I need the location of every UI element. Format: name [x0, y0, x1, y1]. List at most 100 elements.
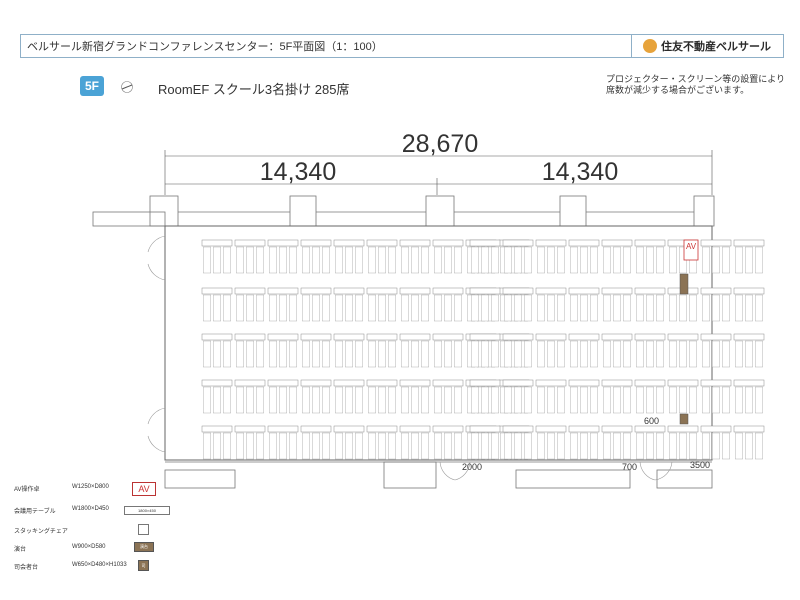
chair — [481, 294, 490, 322]
chair — [421, 340, 430, 368]
dimension-left: 14,340 — [260, 158, 336, 186]
chair — [514, 386, 523, 414]
table-right-0-8 — [733, 239, 765, 247]
chair — [269, 386, 278, 414]
chair — [524, 340, 533, 368]
chair — [636, 340, 645, 368]
dimension-total: 28,670 — [402, 130, 478, 158]
chair — [454, 246, 463, 274]
legend-name: スタッキングチェア — [14, 529, 68, 535]
chair — [454, 432, 463, 460]
chair — [722, 246, 731, 274]
legend-dim: W900×D580 — [72, 544, 106, 550]
chair — [421, 246, 430, 274]
chair — [623, 294, 632, 322]
table-right-2-8 — [733, 333, 765, 341]
chair — [603, 340, 612, 368]
chair — [755, 386, 764, 414]
chair — [590, 432, 599, 460]
chair — [669, 246, 678, 274]
table-right-3-8 — [733, 379, 765, 387]
table-right-3-5 — [634, 379, 666, 387]
chair — [656, 386, 665, 414]
chair — [202, 340, 211, 368]
table-right-3-3 — [568, 379, 600, 387]
chair — [279, 294, 288, 322]
chair — [557, 386, 566, 414]
chair — [580, 432, 589, 460]
chair — [557, 340, 566, 368]
table-right-0-5 — [634, 239, 666, 247]
chair — [444, 246, 453, 274]
chair — [256, 246, 265, 274]
chair — [202, 432, 211, 460]
chair — [481, 432, 490, 460]
chair — [401, 386, 410, 414]
chair — [388, 340, 397, 368]
table-right-3-2 — [535, 379, 567, 387]
chair — [679, 340, 688, 368]
table-right-4-4 — [601, 425, 633, 433]
table-left-0-7 — [432, 239, 464, 247]
legend-name: AV操作卓 — [14, 487, 40, 493]
chair — [603, 246, 612, 274]
chair — [735, 294, 744, 322]
chair — [656, 294, 665, 322]
chair — [590, 386, 599, 414]
chair — [335, 432, 344, 460]
legend-dim: W1800×D450 — [72, 506, 109, 512]
chair — [302, 432, 311, 460]
chair — [401, 294, 410, 322]
table-left-0-0 — [201, 239, 233, 247]
chair — [312, 432, 321, 460]
chair — [302, 386, 311, 414]
chair — [401, 246, 410, 274]
chair — [702, 432, 711, 460]
table-right-4-7 — [700, 425, 732, 433]
chair — [702, 386, 711, 414]
table-left-3-2 — [267, 379, 299, 387]
chair — [289, 432, 298, 460]
chair — [378, 246, 387, 274]
chair — [646, 340, 655, 368]
chair — [322, 386, 331, 414]
mc-podium[interactable] — [679, 413, 689, 425]
chair — [580, 294, 589, 322]
chair — [524, 294, 533, 322]
chair — [256, 340, 265, 368]
chair — [454, 294, 463, 322]
stage-podium[interactable] — [679, 273, 689, 295]
chair — [222, 246, 231, 274]
chair — [222, 386, 231, 414]
chair — [235, 294, 244, 322]
legend-name: 会議用テーブル — [14, 509, 56, 515]
chair — [623, 246, 632, 274]
table-right-3-0 — [469, 379, 501, 387]
chair — [679, 386, 688, 414]
chair — [514, 340, 523, 368]
chair — [537, 432, 546, 460]
chair — [368, 386, 377, 414]
table-left-4-2 — [267, 425, 299, 433]
chair — [491, 340, 500, 368]
table-left-1-6 — [399, 287, 431, 295]
chair — [235, 432, 244, 460]
table-right-1-4 — [601, 287, 633, 295]
chair — [491, 432, 500, 460]
chair — [335, 340, 344, 368]
table-right-4-6 — [667, 425, 699, 433]
chair — [524, 246, 533, 274]
table-left-3-3 — [300, 379, 332, 387]
table-left-1-7 — [432, 287, 464, 295]
chair — [689, 386, 698, 414]
table-left-2-6 — [399, 333, 431, 341]
table-right-2-5 — [634, 333, 666, 341]
chair — [312, 246, 321, 274]
chair — [613, 340, 622, 368]
chair — [669, 294, 678, 322]
chair — [289, 294, 298, 322]
chair — [434, 246, 443, 274]
table-right-2-6 — [667, 333, 699, 341]
chair — [212, 246, 221, 274]
chair — [411, 432, 420, 460]
